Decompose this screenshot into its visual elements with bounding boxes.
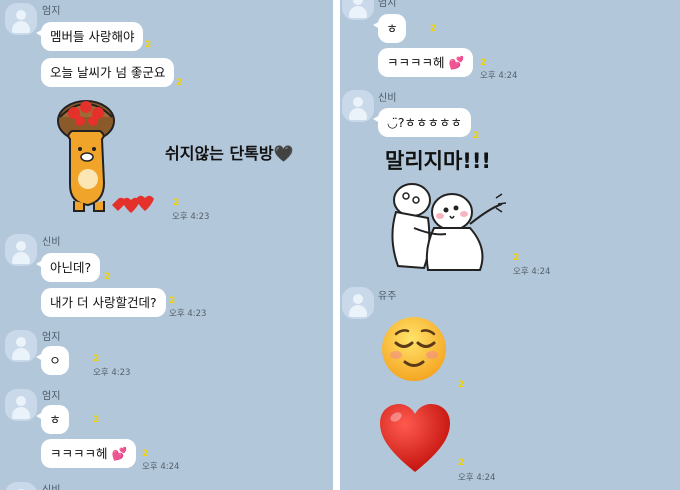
red-heart-emoji[interactable]: [378, 402, 452, 474]
message-text: ㅋㅋㅋㅋ헤: [387, 55, 445, 70]
unread-count: 2: [430, 24, 437, 34]
message-timestamp: 오후 4:24: [458, 473, 496, 483]
sticker-caption: 말리지마!!!: [385, 149, 492, 173]
message-timestamp: 오후 4:23: [169, 309, 207, 319]
sender-name: 신비: [42, 237, 61, 248]
message-bubble[interactable]: ㅇ: [36, 346, 69, 375]
unread-count: 2: [93, 354, 100, 364]
profile-avatar[interactable]: [342, 90, 374, 122]
two-hearts-icon: 💕: [111, 446, 128, 461]
message-bubble[interactable]: ㅎ: [373, 14, 406, 43]
profile-avatar[interactable]: [5, 234, 37, 266]
message-timestamp: 오후 4:23: [172, 212, 210, 222]
chat-panel-left[interactable]: 엄지 멤버들 사랑해야 2 오늘 날씨가 넘 좋군요 2 쉬지않는 단톡방🖤 2…: [0, 0, 333, 490]
message-bubble[interactable]: 멤버들 사랑해야: [35, 22, 144, 51]
sender-name: 엄지: [42, 391, 61, 402]
profile-avatar[interactable]: [5, 3, 37, 35]
message-timestamp: 오후 4:24: [480, 71, 518, 81]
relieved-face-emoji[interactable]: [380, 315, 448, 383]
unread-count: 2: [458, 380, 465, 390]
profile-avatar[interactable]: [342, 0, 374, 20]
unread-count: 2: [176, 78, 183, 88]
profile-avatar[interactable]: [5, 389, 37, 421]
sender-name: 유주: [378, 291, 397, 302]
unread-count: 2: [93, 415, 100, 425]
message-text: ㅋㅋㅋㅋ헤: [50, 446, 108, 461]
sticker-caption: 쉬지않는 단톡방🖤: [165, 144, 294, 163]
profile-avatar[interactable]: [5, 330, 37, 362]
sender-name: 신비: [378, 93, 397, 104]
message-bubble[interactable]: 아닌데?: [35, 253, 101, 282]
sender-name: 엄지: [42, 332, 61, 343]
unread-count: 2: [145, 40, 152, 50]
screenshot-collage: 엄지 멤버들 사랑해야 2 오늘 날씨가 넘 좋군요 2 쉬지않는 단톡방🖤 2…: [0, 0, 680, 490]
sender-name: 엄지: [42, 6, 61, 17]
message-bubble[interactable]: 오늘 날씨가 넘 좋군요: [41, 58, 175, 87]
ryan-heart-basket-sticker[interactable]: [48, 93, 158, 218]
unread-count: 2: [104, 272, 111, 282]
sender-name: 신비: [42, 481, 60, 490]
unread-count: 2: [142, 449, 149, 459]
unread-count: 2: [513, 253, 520, 263]
message-bubble[interactable]: ㅋㅋㅋㅋ헤 💕: [41, 439, 137, 468]
unread-count: 2: [173, 198, 180, 208]
message-bubble[interactable]: ㅋㅋㅋㅋ헤 💕: [378, 48, 474, 77]
profile-avatar[interactable]: [342, 287, 374, 319]
profile-avatar[interactable]: [5, 482, 37, 490]
message-bubble[interactable]: ◡̈?ㅎㅎㅎㅎㅎ: [372, 108, 472, 137]
message-timestamp: 오후 4:24: [513, 267, 551, 277]
friends-holding-back-sticker[interactable]: [384, 178, 509, 273]
two-hearts-icon: 💕: [448, 55, 465, 70]
message-bubble[interactable]: ㅎ: [36, 405, 69, 434]
sender-name: 엄지: [378, 0, 397, 9]
unread-count: 2: [458, 458, 465, 468]
unread-count: 2: [473, 131, 480, 141]
message-timestamp: 오후 4:23: [93, 368, 131, 378]
chat-panel-right[interactable]: 엄지 ㅎ 2 ㅋㅋㅋㅋ헤 💕 2 오후 4:24 신비 ◡̈?ㅎㅎㅎㅎㅎ 2 말…: [340, 0, 680, 490]
unread-count: 2: [480, 58, 487, 68]
message-bubble[interactable]: 내가 더 사랑할건데?: [41, 288, 166, 317]
unread-count: 2: [169, 296, 176, 306]
message-timestamp: 오후 4:24: [142, 462, 180, 472]
